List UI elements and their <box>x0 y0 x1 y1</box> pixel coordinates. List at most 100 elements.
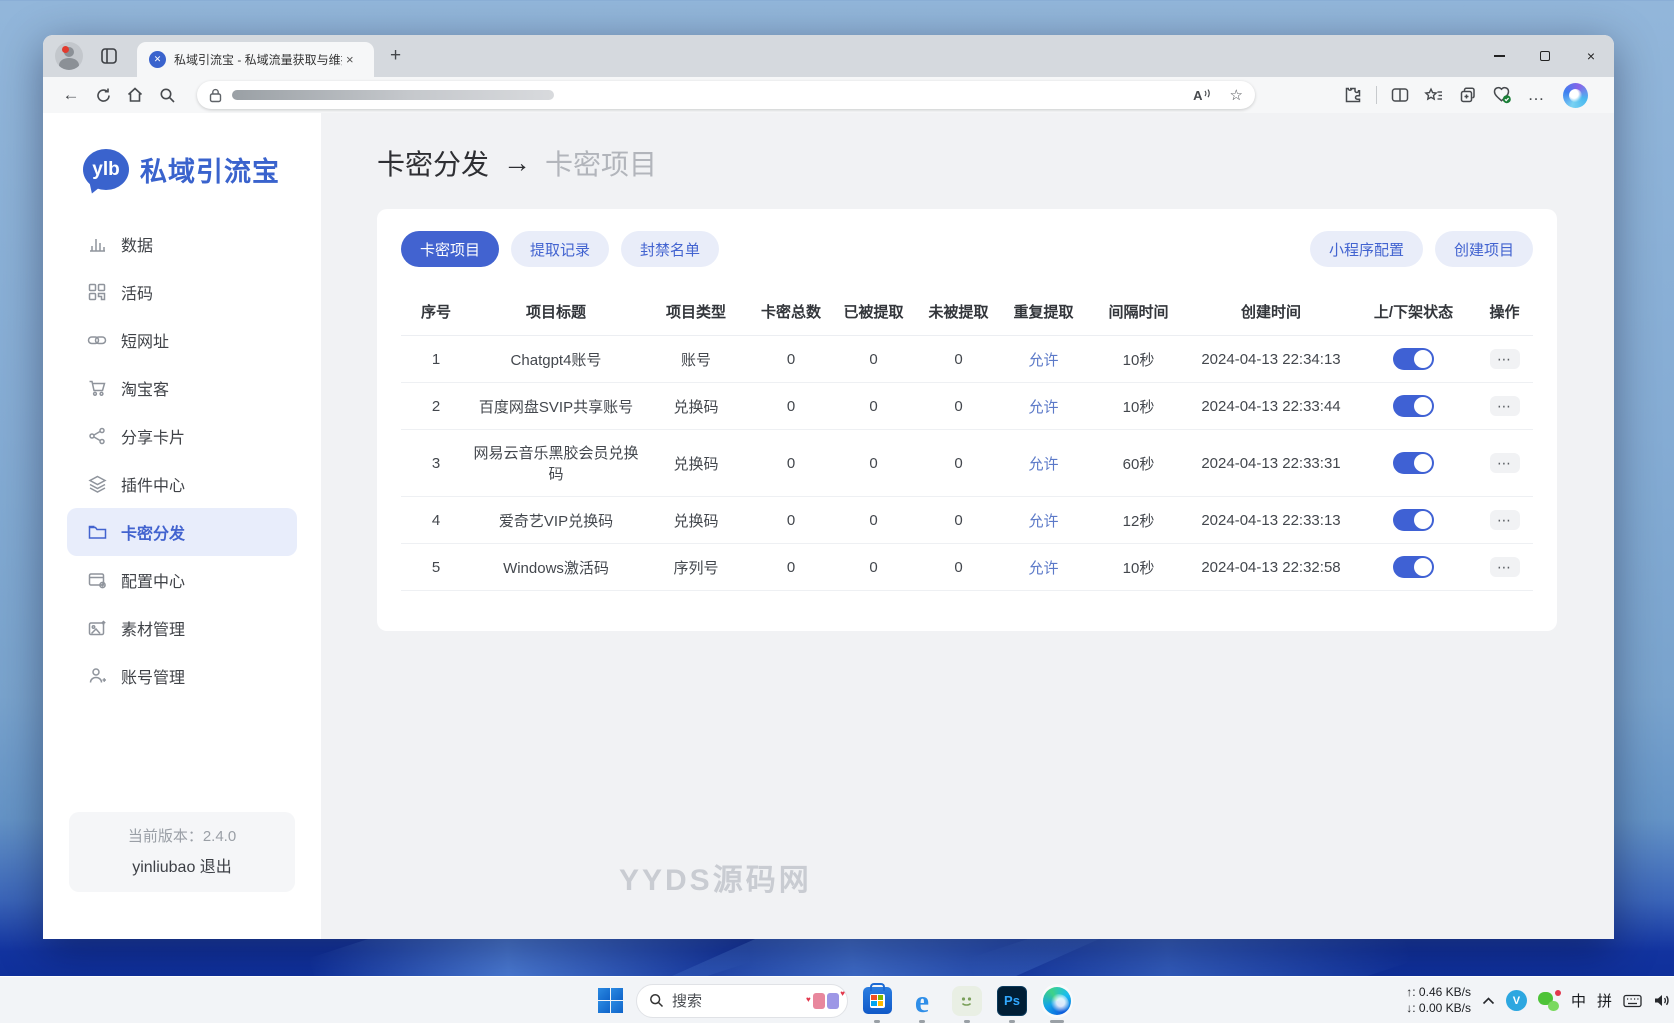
browser-essentials-icon[interactable] <box>1487 81 1517 109</box>
sidebar-item-8[interactable]: 配置中心 <box>43 556 321 604</box>
sidebar-item-5[interactable]: 分享卡片 <box>43 412 321 460</box>
more-actions-button[interactable]: ⋯ <box>1490 396 1520 416</box>
sidebar-item-2[interactable]: 活码 <box>43 268 321 316</box>
repeat-allow-label: 允许 <box>1028 352 1058 369</box>
account-logout[interactable]: yinliubao 退出 <box>69 853 295 877</box>
breadcrumb-parent: 卡密分发 <box>377 143 489 183</box>
microsoft-store-icon[interactable] <box>861 985 893 1017</box>
lock-icon <box>209 88 222 103</box>
status-toggle[interactable] <box>1393 395 1434 417</box>
copilot-icon[interactable] <box>1563 83 1588 108</box>
config-icon <box>87 570 107 590</box>
network-speed: ↑: 0.46 KB/s ↓: 0.00 KB/s <box>1406 985 1471 1016</box>
table-row: 2百度网盘SVIP共享账号兑换码000允许10秒2024-04-13 22:33… <box>401 383 1533 430</box>
more-actions-button[interactable]: ⋯ <box>1490 557 1520 577</box>
operations-cell: ⋯ <box>1476 544 1533 591</box>
tray-v-app-icon[interactable]: V <box>1506 990 1527 1011</box>
sidebar-item-1[interactable]: 数据 <box>43 220 321 268</box>
column-header: 创建时间 <box>1191 287 1351 336</box>
app-logo: ylb 私域引流宝 <box>43 113 321 190</box>
row-no: 4 <box>401 497 471 544</box>
more-actions-button[interactable]: ⋯ <box>1490 349 1520 369</box>
minimize-button[interactable] <box>1476 35 1522 77</box>
collections-icon[interactable] <box>1453 81 1483 109</box>
created-time-cell: 2024-04-13 22:33:44 <box>1191 383 1351 430</box>
sidebar-item-label: 分享卡片 <box>121 424 185 448</box>
more-actions-button[interactable]: ⋯ <box>1490 453 1520 473</box>
favorite-star-icon[interactable]: ☆ <box>1230 86 1243 104</box>
taskbar-search[interactable]: 搜索 ♥ ♥ <box>636 984 848 1018</box>
content-card: 卡密项目提取记录封禁名单 小程序配置创建项目 序号项目标题项目类型卡密总数已被提… <box>377 209 1557 631</box>
status-toggle[interactable] <box>1393 452 1434 474</box>
action-button-1[interactable]: 小程序配置 <box>1310 231 1423 267</box>
tab-pill-3[interactable]: 封禁名单 <box>621 231 719 267</box>
column-header: 已被提取 <box>831 287 916 336</box>
sidebar-item-7[interactable]: 卡密分发 <box>67 508 297 556</box>
repeat-allow-label: 允许 <box>1028 456 1058 473</box>
back-icon[interactable]: ← <box>55 81 87 109</box>
sidebar-item-4[interactable]: 淘宝客 <box>43 364 321 412</box>
breadcrumb: 卡密分发 → 卡密项目 <box>377 143 1614 183</box>
tray-chevron-up-icon[interactable] <box>1482 997 1495 1005</box>
address-bar[interactable]: A ☆ <box>197 81 1255 109</box>
extensions-icon[interactable] <box>1338 81 1368 109</box>
repeat-allow-label: 允许 <box>1028 399 1058 416</box>
action-button-2[interactable]: 创建项目 <box>1435 231 1533 267</box>
column-header: 卡密总数 <box>751 287 831 336</box>
refresh-icon[interactable] <box>87 81 119 109</box>
operations-cell: ⋯ <box>1476 430 1533 497</box>
total-count: 0 <box>751 544 831 591</box>
chat-app-icon[interactable] <box>951 985 983 1017</box>
read-aloud-icon[interactable]: A <box>1193 88 1211 103</box>
table-row: 5Windows激活码序列号000允许10秒2024-04-13 22:32:5… <box>401 544 1533 591</box>
projects-table: 序号项目标题项目类型卡密总数已被提取未被提取重复提取间隔时间创建时间上/下架状态… <box>401 287 1533 591</box>
settings-more-icon[interactable]: … <box>1521 81 1551 109</box>
split-screen-icon[interactable] <box>1385 81 1415 109</box>
photoshop-icon[interactable]: Ps <box>996 985 1028 1017</box>
start-button-icon[interactable] <box>598 988 623 1013</box>
card-folder-icon <box>87 522 107 542</box>
project-title: 网易云音乐黑胶会员兑换码 <box>471 430 641 497</box>
taskbar: 搜索 ♥ ♥ e Ps ↑: 0.46 KB/s ↓: 0.00 KB <box>0 976 1674 1023</box>
sidebar-item-10[interactable]: 账号管理 <box>43 652 321 700</box>
browser-tab-strip: ✕ 私域引流宝 - 私域流量获取与维护 × + × <box>43 35 1614 77</box>
status-cell <box>1351 383 1476 430</box>
row-no: 3 <box>401 430 471 497</box>
ime-pinyin-indicator[interactable]: 拼 <box>1597 990 1612 1011</box>
more-actions-button[interactable]: ⋯ <box>1490 510 1520 530</box>
wechat-icon[interactable] <box>1538 991 1560 1011</box>
project-type: 账号 <box>641 336 751 383</box>
project-title: Chatgpt4账号 <box>471 336 641 383</box>
home-icon[interactable] <box>119 81 151 109</box>
sidebar-item-3[interactable]: 短网址 <box>43 316 321 364</box>
status-toggle[interactable] <box>1393 556 1434 578</box>
unextracted-count: 0 <box>916 497 1001 544</box>
tab-pill-2[interactable]: 提取记录 <box>511 231 609 267</box>
tab-pill-1[interactable]: 卡密项目 <box>401 231 499 267</box>
active-tab[interactable]: ✕ 私域引流宝 - 私域流量获取与维护 × <box>137 42 374 77</box>
ime-mode-indicator[interactable]: 中 <box>1571 990 1586 1011</box>
edge-icon[interactable] <box>1041 985 1073 1017</box>
new-tab-button[interactable]: + <box>390 45 401 67</box>
tab-actions-icon[interactable] <box>97 44 121 68</box>
internet-explorer-icon[interactable]: e <box>906 985 938 1017</box>
interval-cell: 10秒 <box>1086 383 1191 430</box>
touch-keyboard-icon[interactable] <box>1623 994 1642 1008</box>
app-name: 私域引流宝 <box>140 150 280 189</box>
column-header: 间隔时间 <box>1086 287 1191 336</box>
search-highlight-icon[interactable]: ♥ ♥ <box>813 993 839 1009</box>
maximize-button[interactable] <box>1522 35 1568 77</box>
sidebar-item-6[interactable]: 插件中心 <box>43 460 321 508</box>
status-toggle[interactable] <box>1393 509 1434 531</box>
search-icon[interactable] <box>151 81 183 109</box>
favorites-bar-icon[interactable] <box>1419 81 1449 109</box>
window-close-button[interactable]: × <box>1568 35 1614 77</box>
sidebar-item-9[interactable]: 素材管理 <box>43 604 321 652</box>
browser-toolbar: ← A ☆ <box>43 77 1614 113</box>
volume-icon[interactable] <box>1653 993 1670 1008</box>
cart-icon <box>87 378 107 398</box>
tab-close-icon[interactable]: × <box>346 52 354 67</box>
repeat-extract-cell: 允许 <box>1001 430 1086 497</box>
profile-avatar[interactable] <box>55 42 83 70</box>
status-toggle[interactable] <box>1393 348 1434 370</box>
